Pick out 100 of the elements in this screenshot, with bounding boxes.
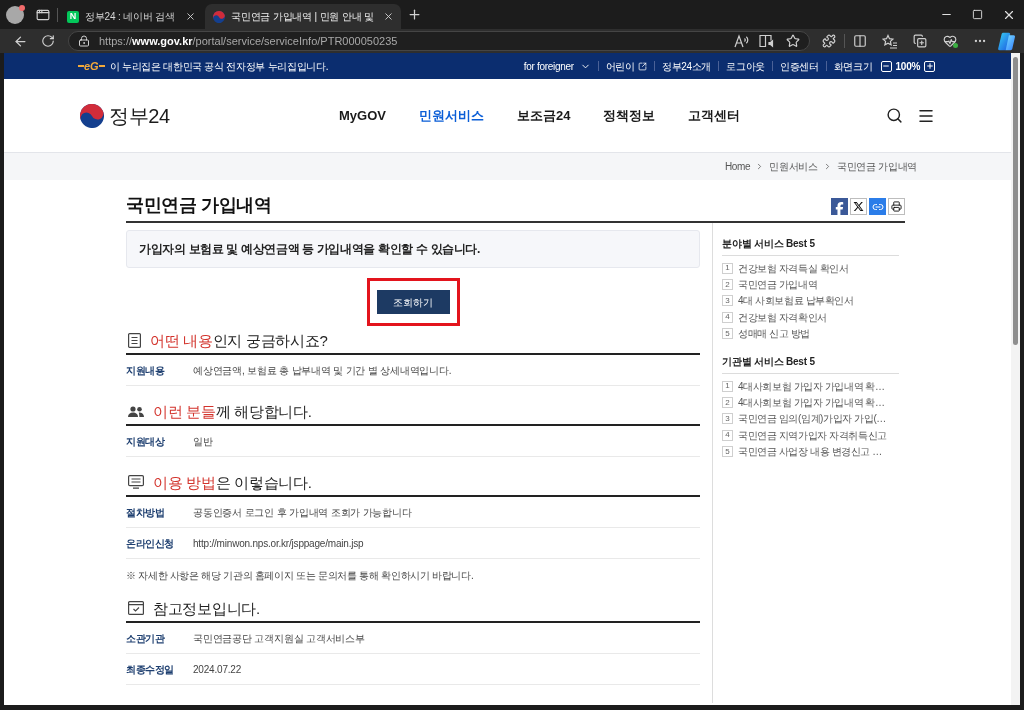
row-label: 지원내용	[126, 363, 166, 378]
search-icon	[886, 107, 903, 124]
external-link-icon	[637, 61, 647, 71]
nav-link[interactable]: 보조금24	[516, 105, 571, 126]
rank-number: 4	[722, 311, 733, 323]
banner-notice: 이 누리집은 대한민국 공식 전자정부 누리집입니다.	[109, 59, 329, 74]
banner-logo: eG	[78, 60, 105, 72]
print-button[interactable]	[888, 198, 905, 215]
x-share-button[interactable]	[850, 198, 867, 215]
service-summary: 가입자의 보험료 및 예상연금액 등 가입내역을 확인할 수 있습니다.	[126, 230, 700, 268]
maximize-icon	[972, 9, 983, 20]
zoom-out-button[interactable]	[880, 60, 892, 72]
plus-icon	[925, 62, 934, 70]
rank-number: 5	[722, 328, 733, 340]
sidebar-link[interactable]: 4 국민연금 지역가입자 자격취득신고	[722, 427, 899, 444]
rank-number: 4	[722, 429, 733, 441]
document-icon	[128, 332, 141, 348]
row-value: 2024.07.22	[193, 662, 242, 677]
sidebar-link[interactable]: 4 건강보험 자격확인서	[722, 309, 899, 326]
sidebar-link[interactable]: 1 4대사회보험 가입자 가입내역 확…	[722, 377, 899, 395]
copy-link-button[interactable]	[869, 198, 886, 215]
section-heading: 이용 방법은 이렇습니다.	[153, 474, 312, 490]
sidebar-link[interactable]: 2 국민연금 가입내역	[722, 276, 899, 293]
facebook-share-button[interactable]	[831, 198, 848, 215]
printer-icon	[891, 201, 902, 212]
calendar-check-icon	[128, 601, 144, 615]
row-value: 일반	[193, 434, 213, 449]
address-bar[interactable]: https://www.gov.kr/portal/service/serviceInfo/PTR000050235	[68, 31, 810, 51]
copilot-icon	[996, 31, 1016, 51]
rank-number: 2	[722, 279, 733, 291]
zoom-in-button[interactable]	[924, 60, 935, 72]
top-link[interactable]: 화면크기	[833, 58, 873, 74]
x-icon	[853, 201, 864, 212]
scrollbar-thumb[interactable]	[1013, 57, 1018, 345]
note-text: ※ 자세한 사항은 해당 기관의 홈페이지 또는 문의처를 통해 확인하시기 바랍니다.	[126, 568, 474, 583]
plus-icon	[406, 7, 422, 22]
row-value: 예상연금액, 보험료 총 납부내역 및 기간 별 상세내역입니다.	[193, 363, 452, 378]
top-link[interactable]: for foreigner	[523, 58, 591, 74]
puzzle-icon	[822, 34, 836, 48]
emblem-favicon	[213, 10, 225, 23]
close-icon	[184, 11, 196, 22]
screen-text-icon	[128, 475, 144, 489]
rank-number: 3	[722, 295, 733, 307]
row-value: 국민연금공단 고객지원실 고객서비스부	[193, 631, 365, 646]
zoom-level: 100%	[895, 59, 920, 74]
sidebar-link[interactable]: 1 건강보험 자격득실 확인서	[722, 260, 899, 277]
top-link[interactable]: 어린이	[605, 58, 647, 74]
browser-tab[interactable]: N 정부24 : 네이버 검색	[61, 4, 203, 29]
read-aloud-icon	[733, 34, 749, 48]
url-text: https://www.gov.kr/portal/service/serviceInfo/PTR000050235	[99, 33, 398, 49]
top-link[interactable]: 인증센터	[780, 58, 819, 74]
rank-number: 2	[722, 397, 733, 409]
section-heading: 이런 분들께 해당합니다.	[153, 403, 312, 419]
row-label: 지원대상	[126, 434, 166, 449]
emblem-icon	[80, 103, 104, 128]
rank-number: 1	[722, 380, 733, 392]
refresh-icon	[41, 34, 55, 48]
row-value: http://minwon.nps.or.kr/jsppage/main.jsp	[193, 536, 364, 551]
browser-tab[interactable]: 국민연금 가입내역 | 민원 안내 및	[205, 4, 401, 29]
sidebar-link[interactable]: 3 국민연금 임의(임계)가입자 가입(…	[722, 410, 899, 428]
rank-number: 5	[722, 446, 733, 458]
site-logo[interactable]: 정부24	[80, 100, 170, 131]
profile-avatar[interactable]	[6, 5, 24, 24]
heart-pulse-icon	[943, 34, 957, 48]
sidebar-link[interactable]: 5 국민연금 사업장 내용 변경신고 …	[722, 443, 899, 460]
row-label: 절차방법	[126, 505, 166, 520]
nav-link[interactable]: 정책정보	[603, 105, 656, 126]
nav-link[interactable]: MyGOV	[339, 105, 386, 126]
breadcrumb-link[interactable]: 민원서비스	[769, 159, 818, 174]
collections-icon	[913, 34, 927, 48]
sidebar-heading: 분야별 서비스 Best 5	[722, 236, 899, 256]
row-label: 소관기관	[126, 631, 166, 646]
inquiry-button[interactable]: 조회하기	[376, 290, 450, 314]
nav-link[interactable]: 고객센터	[688, 105, 741, 126]
window-icon	[36, 7, 50, 22]
section-heading: 참고정보입니다.	[153, 600, 260, 616]
search-button[interactable]	[886, 107, 903, 124]
row-value: 공동인증서 로그인 후 가입내역 조회가 가능합니다	[193, 505, 412, 520]
page-title: 국민연금 가입내역	[126, 194, 272, 217]
reader-view-icon	[759, 34, 775, 48]
sidebar-link[interactable]: 3 4대 사회보험료 납부확인서	[722, 292, 899, 310]
rank-number: 1	[722, 262, 733, 274]
top-link[interactable]: 로그아웃	[726, 58, 765, 74]
breadcrumb-link[interactable]: 국민연금 가입내역	[836, 159, 917, 174]
nav-link[interactable]: 민원서비스	[418, 105, 484, 126]
copilot-button[interactable]	[995, 30, 1017, 52]
sidebar-link[interactable]: 2 4대사회보험 가입자 가입내역 확…	[722, 394, 899, 411]
sidebar-link[interactable]: 5 성매매 신고 방법	[722, 325, 899, 342]
facebook-icon	[833, 202, 846, 215]
minus-icon	[882, 62, 891, 70]
people-icon	[128, 405, 144, 417]
breadcrumb-link[interactable]: Home	[724, 159, 751, 174]
close-icon	[382, 11, 394, 22]
lock-icon	[78, 35, 90, 47]
row-label: 최종수정일	[126, 662, 175, 677]
top-link[interactable]: 정부24소개	[661, 58, 712, 74]
star-icon	[786, 34, 800, 48]
row-label: 온라인신청	[126, 536, 175, 551]
rank-number: 3	[722, 413, 733, 425]
letter-favicon: N	[67, 10, 79, 23]
